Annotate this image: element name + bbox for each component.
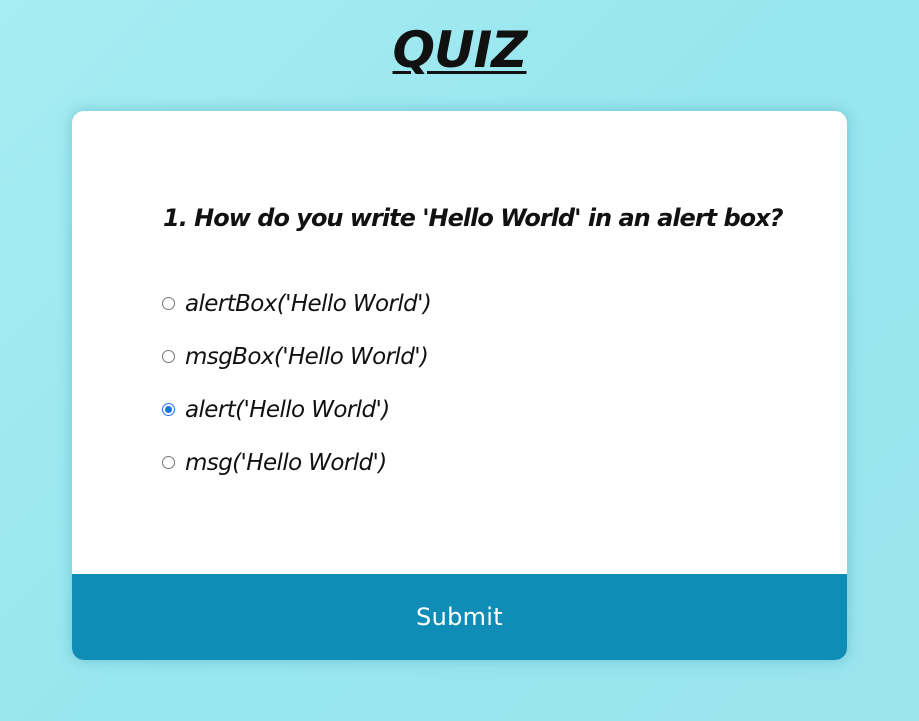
answer-radio-3[interactable]: [162, 403, 175, 416]
answer-label-2[interactable]: msgBox('Hello World'): [185, 342, 429, 372]
answer-radio-4[interactable]: [162, 456, 175, 469]
answer-label-4[interactable]: msg('Hello World'): [185, 448, 387, 478]
answer-radio-2[interactable]: [162, 350, 175, 363]
answer-option-4[interactable]: msg('Hello World'): [162, 436, 431, 489]
question-text: 1. How do you write 'Hello World' in an …: [163, 204, 784, 232]
answer-label-3[interactable]: alert('Hello World'): [185, 395, 390, 425]
answer-option-1[interactable]: alertBox('Hello World'): [162, 277, 432, 330]
answer-option-3[interactable]: alert('Hello World'): [162, 383, 431, 436]
answer-radio-1[interactable]: [162, 297, 175, 310]
answer-list: alertBox('Hello World') msgBox('Hello Wo…: [162, 277, 432, 489]
answer-label-1[interactable]: alertBox('Hello World'): [185, 289, 432, 319]
page-title: QUIZ: [392, 21, 528, 79]
quiz-card: 1. How do you write 'Hello World' in an …: [72, 111, 847, 660]
submit-button[interactable]: Submit: [72, 574, 847, 660]
answer-option-2[interactable]: msgBox('Hello World'): [162, 330, 431, 383]
